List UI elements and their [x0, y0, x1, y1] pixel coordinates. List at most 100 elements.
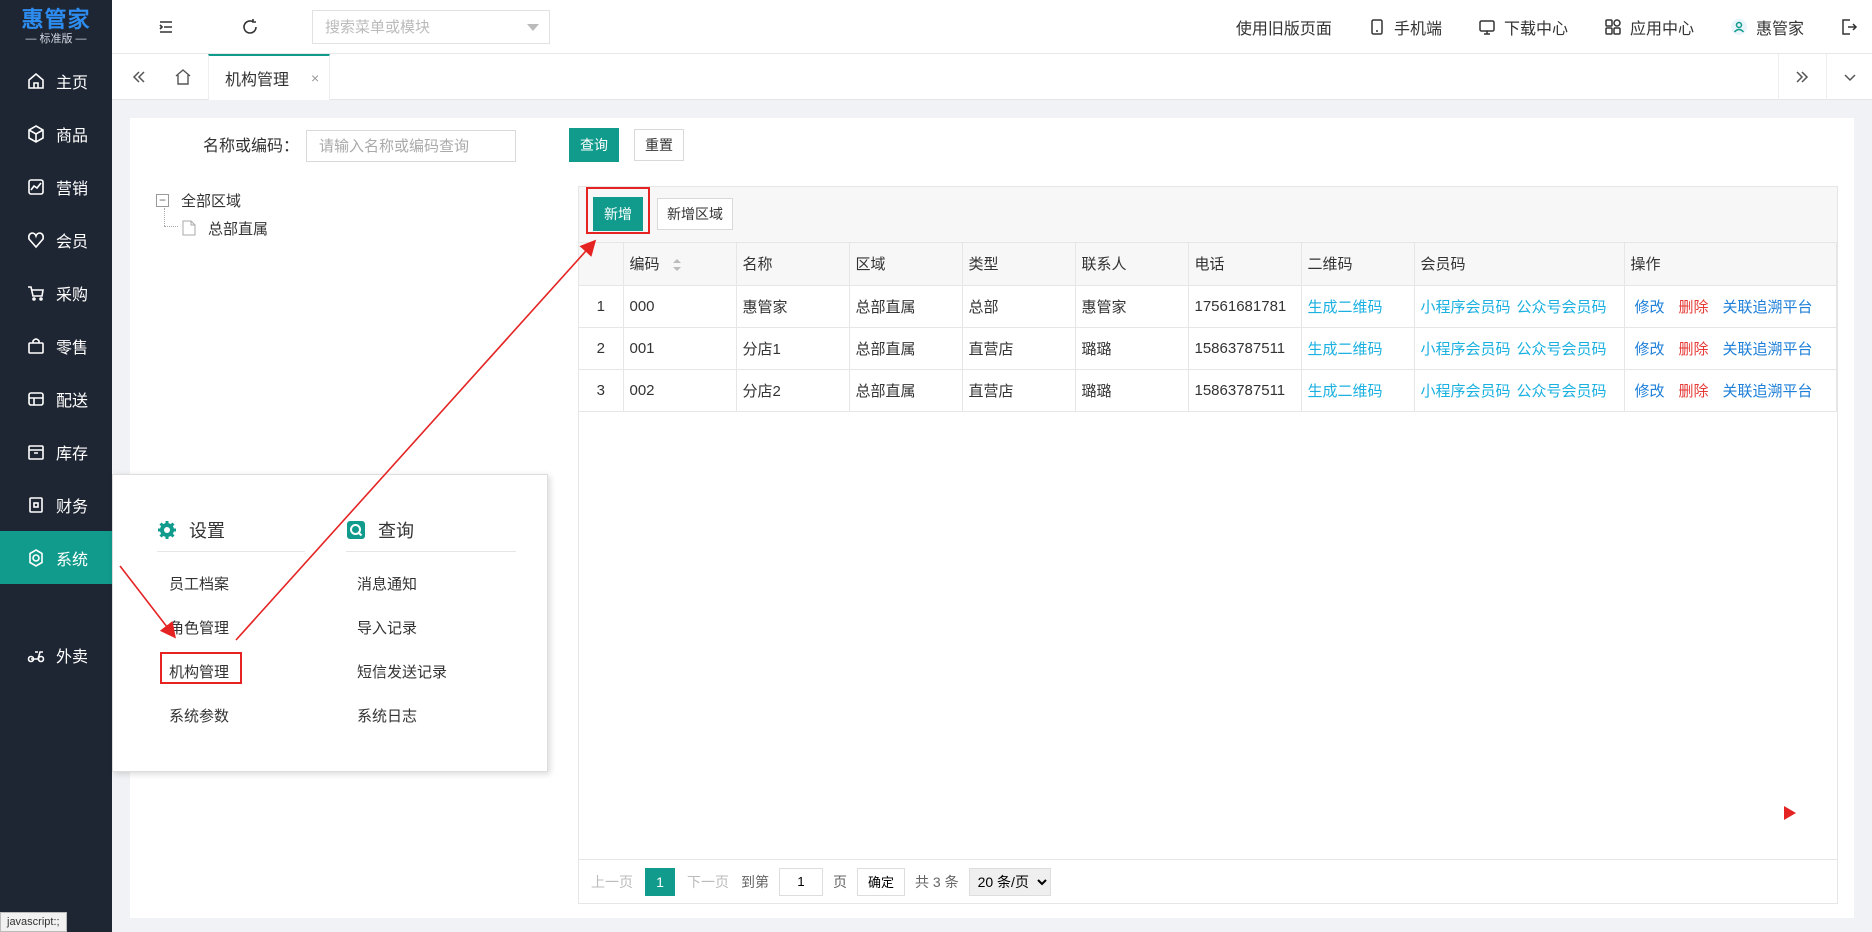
delete-link[interactable]: 删除: [1679, 299, 1709, 316]
menu-item-import-records[interactable]: 导入记录: [357, 617, 417, 638]
page-button-current[interactable]: 1: [645, 867, 675, 896]
query-button[interactable]: 查询: [569, 128, 619, 162]
sidebar-item-takeout[interactable]: 外卖: [0, 628, 112, 681]
column-header-member-code: 会员码: [1414, 243, 1625, 286]
menu-search[interactable]: [312, 10, 550, 44]
cell-qrcode: 生成二维码: [1301, 285, 1415, 328]
menu-search-input[interactable]: [325, 18, 515, 36]
cell-actions: 修改 删除 关联追溯平台: [1624, 285, 1837, 328]
sidebar-item-system[interactable]: 系统: [0, 531, 112, 584]
edit-link[interactable]: 修改: [1635, 341, 1665, 358]
row-index: 2: [579, 327, 624, 370]
menu-item-employee-records[interactable]: 员工档案: [169, 573, 229, 594]
sidebar-item-members[interactable]: 会员: [0, 213, 112, 266]
close-icon[interactable]: ×: [311, 70, 319, 86]
trace-platform-link[interactable]: 关联追溯平台: [1723, 341, 1813, 358]
menu-item-system-params[interactable]: 系统参数: [169, 705, 229, 726]
generate-qrcode-link[interactable]: 生成二维码: [1308, 299, 1383, 316]
menu-collapse-icon[interactable]: [156, 17, 176, 37]
menu-item-role-management[interactable]: 角色管理: [169, 617, 229, 638]
old-version-link[interactable]: 使用旧版页面: [1236, 15, 1332, 39]
goto-page-input[interactable]: [779, 867, 823, 896]
old-version-label: 使用旧版页面: [1235, 21, 1332, 38]
tabs-scroll-right-button[interactable]: [1778, 54, 1824, 100]
pagination: 上一页 1 下一页 到第 页 确定 共 3 条 20 条/页: [579, 859, 1837, 903]
tabs-scroll-left-button[interactable]: [124, 54, 154, 100]
add-region-button[interactable]: 新增区域: [657, 198, 733, 230]
tree-connector: [164, 208, 165, 226]
sidebar-item-products[interactable]: 商品: [0, 107, 112, 160]
collapse-toggle-icon[interactable]: −: [156, 193, 169, 207]
tabs-dropdown-button[interactable]: [1826, 54, 1872, 100]
sidebar-item-retail[interactable]: 零售: [0, 319, 112, 372]
prev-page-button[interactable]: 上一页: [591, 872, 633, 892]
edit-link[interactable]: 修改: [1635, 383, 1665, 400]
tab-org-management[interactable]: 机构管理 ×: [208, 54, 330, 100]
cell-type: 总部: [962, 285, 1076, 328]
tree-node-hq-direct[interactable]: 总部直属: [156, 214, 268, 242]
org-table-panel: 新增 新增区域 编码 名称 区域 类型 联系人 电话 二维码 会员码 操作 1 …: [578, 186, 1838, 904]
generate-qrcode-link[interactable]: 生成二维码: [1308, 383, 1383, 400]
system-submenu-popup: 设置 查询 员工档案 角色管理 机构管理 系统参数 消息通知 导入记录 短信发送…: [112, 474, 548, 772]
logo-edition: — 标准版 —: [25, 33, 87, 45]
cell-actions: 修改 删除 关联追溯平台: [1624, 327, 1837, 370]
mobile-link[interactable]: 手机端: [1368, 15, 1442, 39]
sidebar-item-delivery[interactable]: 配送: [0, 372, 112, 425]
logo-brand: 惠管家: [21, 7, 91, 32]
cell-type: 直营店: [962, 327, 1076, 370]
edit-link[interactable]: 修改: [1635, 299, 1665, 316]
download-center-link[interactable]: 下载中心: [1478, 15, 1568, 39]
menu-item-system-log[interactable]: 系统日志: [357, 705, 417, 726]
logo[interactable]: 惠管家 — 标准版 —: [0, 0, 112, 54]
trace-platform-link[interactable]: 关联追溯平台: [1723, 299, 1813, 316]
home-icon: [175, 69, 191, 85]
reset-button[interactable]: 重置: [634, 129, 684, 161]
box-icon: [28, 124, 44, 143]
mini-program-code-link[interactable]: 小程序会员码: [1421, 299, 1511, 316]
sidebar-item-marketing[interactable]: 营销: [0, 160, 112, 213]
goto-confirm-button[interactable]: 确定: [857, 867, 906, 896]
official-account-code-link[interactable]: 公众号会员码: [1517, 341, 1607, 358]
mini-program-code-link[interactable]: 小程序会员码: [1421, 383, 1511, 400]
download-center-label: 下载中心: [1503, 21, 1568, 38]
chart-icon: [28, 178, 44, 195]
app-center-link[interactable]: 应用中心: [1604, 15, 1694, 39]
cell-contact: 璐璐: [1075, 369, 1189, 412]
sidebar-item-purchase[interactable]: 采购: [0, 266, 112, 319]
menu-item-message-notice[interactable]: 消息通知: [357, 573, 417, 594]
sidebar-item-label: 采购: [56, 286, 89, 304]
mini-program-code-link[interactable]: 小程序会员码: [1421, 341, 1511, 358]
home-tab[interactable]: [168, 54, 198, 100]
logout-icon[interactable]: [1840, 18, 1858, 36]
official-account-code-link[interactable]: 公众号会员码: [1517, 299, 1607, 316]
query-group-header: 查询: [346, 517, 414, 543]
generate-qrcode-link[interactable]: 生成二维码: [1308, 341, 1383, 358]
table-row: 3 002 分店2 总部直属 直营店 璐璐 15863787511 生成二维码 …: [579, 369, 1837, 412]
next-page-button[interactable]: 下一页: [687, 872, 729, 892]
tree-node-label: 全部区域: [181, 192, 242, 210]
header-links: 使用旧版页面 手机端 下载中心 应用中心 惠管家: [1236, 0, 1872, 54]
refresh-icon[interactable]: [240, 17, 260, 37]
sort-icon[interactable]: [672, 258, 682, 272]
name-code-search-input[interactable]: [306, 130, 516, 162]
annotation-highlight-box: [160, 652, 242, 684]
trace-platform-link[interactable]: 关联追溯平台: [1723, 383, 1813, 400]
user-avatar-icon: [1730, 19, 1747, 35]
delete-link[interactable]: 删除: [1679, 341, 1709, 358]
cell-name: 分店1: [736, 327, 850, 370]
sidebar-item-label: 库存: [56, 445, 89, 463]
column-header-code[interactable]: 编码: [623, 243, 737, 286]
annotation-highlight-box: [586, 187, 650, 234]
sidebar-item-finance[interactable]: 财务: [0, 478, 112, 531]
page-size-select[interactable]: 20 条/页: [968, 867, 1051, 896]
menu-item-sms-records[interactable]: 短信发送记录: [357, 661, 447, 682]
chevron-down-icon[interactable]: [527, 24, 539, 31]
column-header-index: [579, 243, 624, 286]
official-account-code-link[interactable]: 公众号会员码: [1517, 383, 1607, 400]
sidebar-item-label: 配送: [56, 392, 89, 410]
sidebar-item-home[interactable]: 主页: [0, 54, 112, 107]
delete-link[interactable]: 删除: [1679, 383, 1709, 400]
user-menu[interactable]: 惠管家: [1730, 15, 1804, 39]
sidebar-item-inventory[interactable]: 库存: [0, 425, 112, 478]
tree-node-all-regions[interactable]: − 全部区域: [156, 186, 268, 214]
